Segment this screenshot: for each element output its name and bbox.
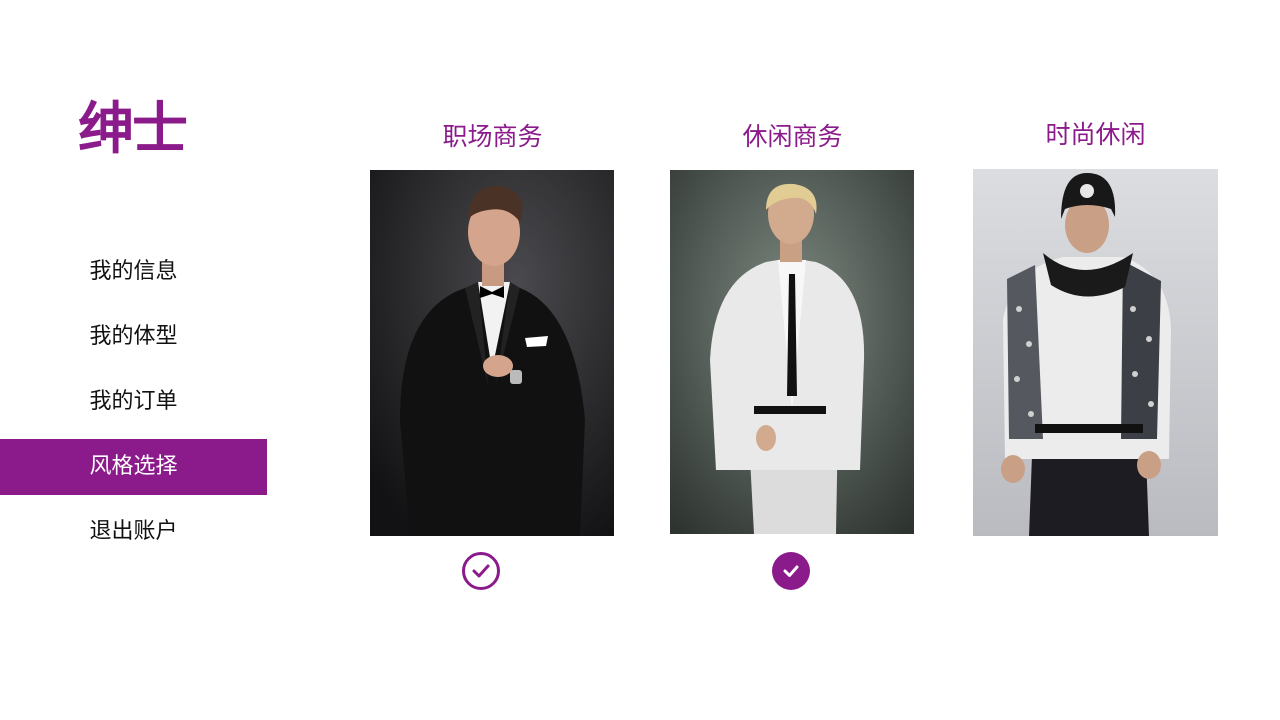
- check-icon: [783, 565, 799, 577]
- style-check-business[interactable]: [462, 552, 500, 590]
- brand-logo: 绅士: [78, 97, 188, 162]
- style-title-business: 职场商务: [442, 122, 543, 151]
- menu-item-my-orders[interactable]: 我的订单: [0, 374, 267, 430]
- man-white-suit-icon: [670, 170, 914, 534]
- menu-item-style-select[interactable]: 风格选择: [0, 439, 267, 495]
- style-title-fashion-casual: 时尚休闲: [1045, 120, 1146, 149]
- menu-item-my-body[interactable]: 我的体型: [0, 309, 267, 365]
- menu-item-my-info[interactable]: 我的信息: [0, 244, 267, 300]
- style-photo-casual-business[interactable]: [670, 170, 914, 534]
- check-icon: [472, 564, 490, 578]
- style-photo-fashion-casual[interactable]: [973, 169, 1218, 536]
- man-beanie-scarf-icon: [973, 169, 1218, 536]
- style-title-casual-business: 休闲商务: [742, 122, 843, 151]
- menu-item-logout[interactable]: 退出账户: [0, 504, 267, 560]
- style-check-casual-business[interactable]: [772, 552, 810, 590]
- side-menu: 我的信息 我的体型 我的订单 风格选择 退出账户: [0, 244, 267, 569]
- man-black-tuxedo-icon: [370, 170, 614, 536]
- style-photo-business[interactable]: [370, 170, 614, 536]
